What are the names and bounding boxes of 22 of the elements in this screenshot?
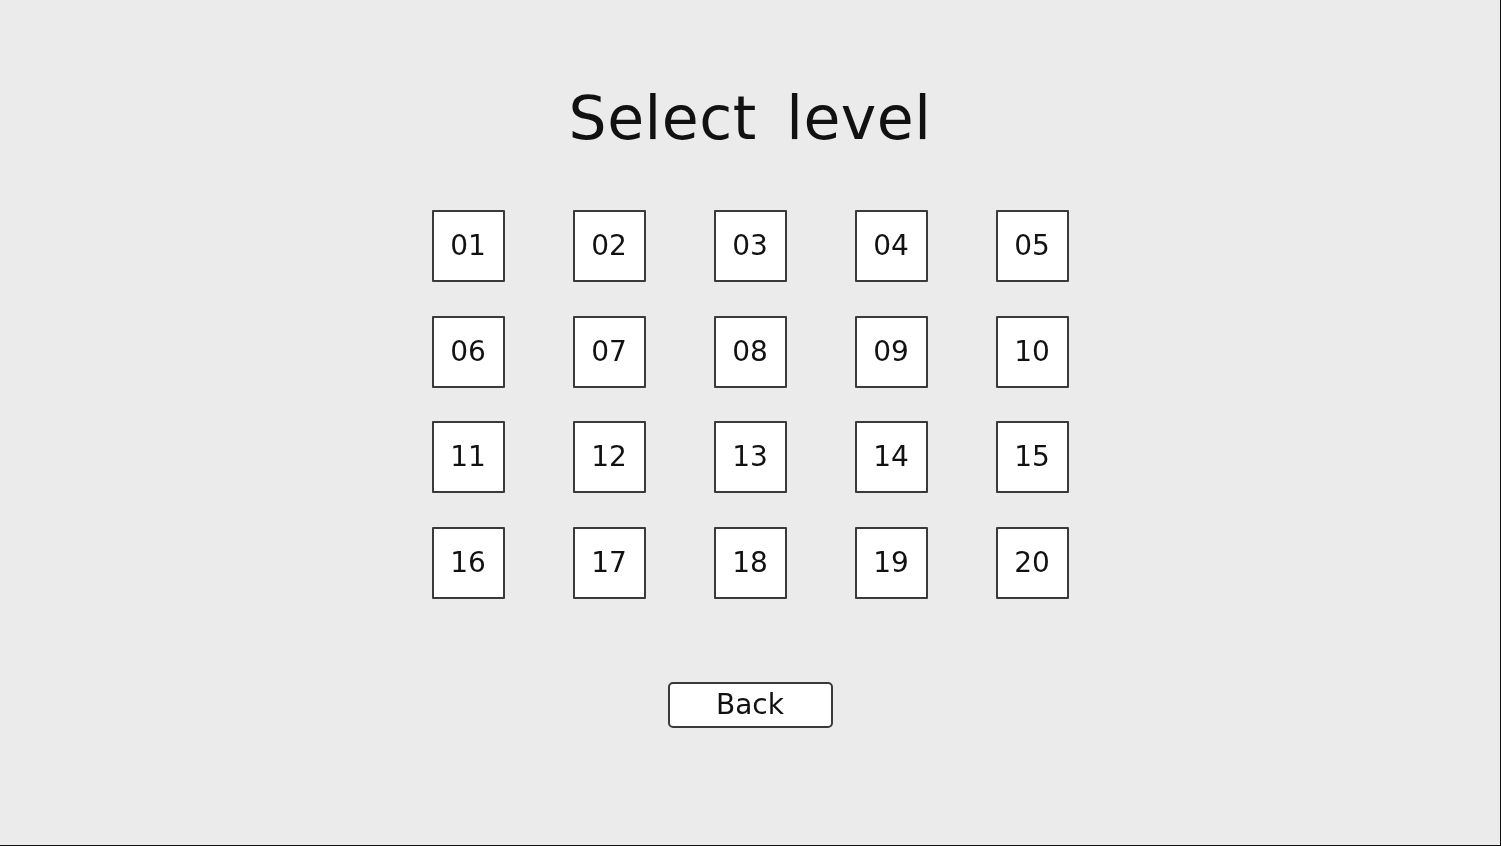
- screen-title: Select level: [568, 82, 932, 155]
- level-button[interactable]: 15: [995, 421, 1069, 493]
- level-button[interactable]: 20: [995, 526, 1069, 599]
- level-button[interactable]: 04: [854, 210, 928, 282]
- level-button[interactable]: 16: [431, 526, 505, 599]
- level-button[interactable]: 14: [854, 421, 928, 493]
- level-button[interactable]: 02: [572, 210, 646, 282]
- level-button[interactable]: 05: [995, 210, 1069, 282]
- level-button[interactable]: 03: [713, 210, 787, 282]
- level-button[interactable]: 09: [854, 315, 928, 388]
- level-button[interactable]: 18: [713, 526, 787, 599]
- level-button[interactable]: 17: [572, 526, 646, 599]
- level-button[interactable]: 01: [431, 210, 505, 282]
- level-button[interactable]: 11: [431, 421, 505, 493]
- level-button[interactable]: 10: [995, 315, 1069, 388]
- level-button[interactable]: 08: [713, 315, 787, 388]
- level-button[interactable]: 07: [572, 315, 646, 388]
- level-button[interactable]: 12: [572, 421, 646, 493]
- back-button[interactable]: Back: [667, 681, 833, 728]
- level-button[interactable]: 06: [431, 315, 505, 388]
- level-button[interactable]: 13: [713, 421, 787, 493]
- level-button[interactable]: 19: [854, 526, 928, 599]
